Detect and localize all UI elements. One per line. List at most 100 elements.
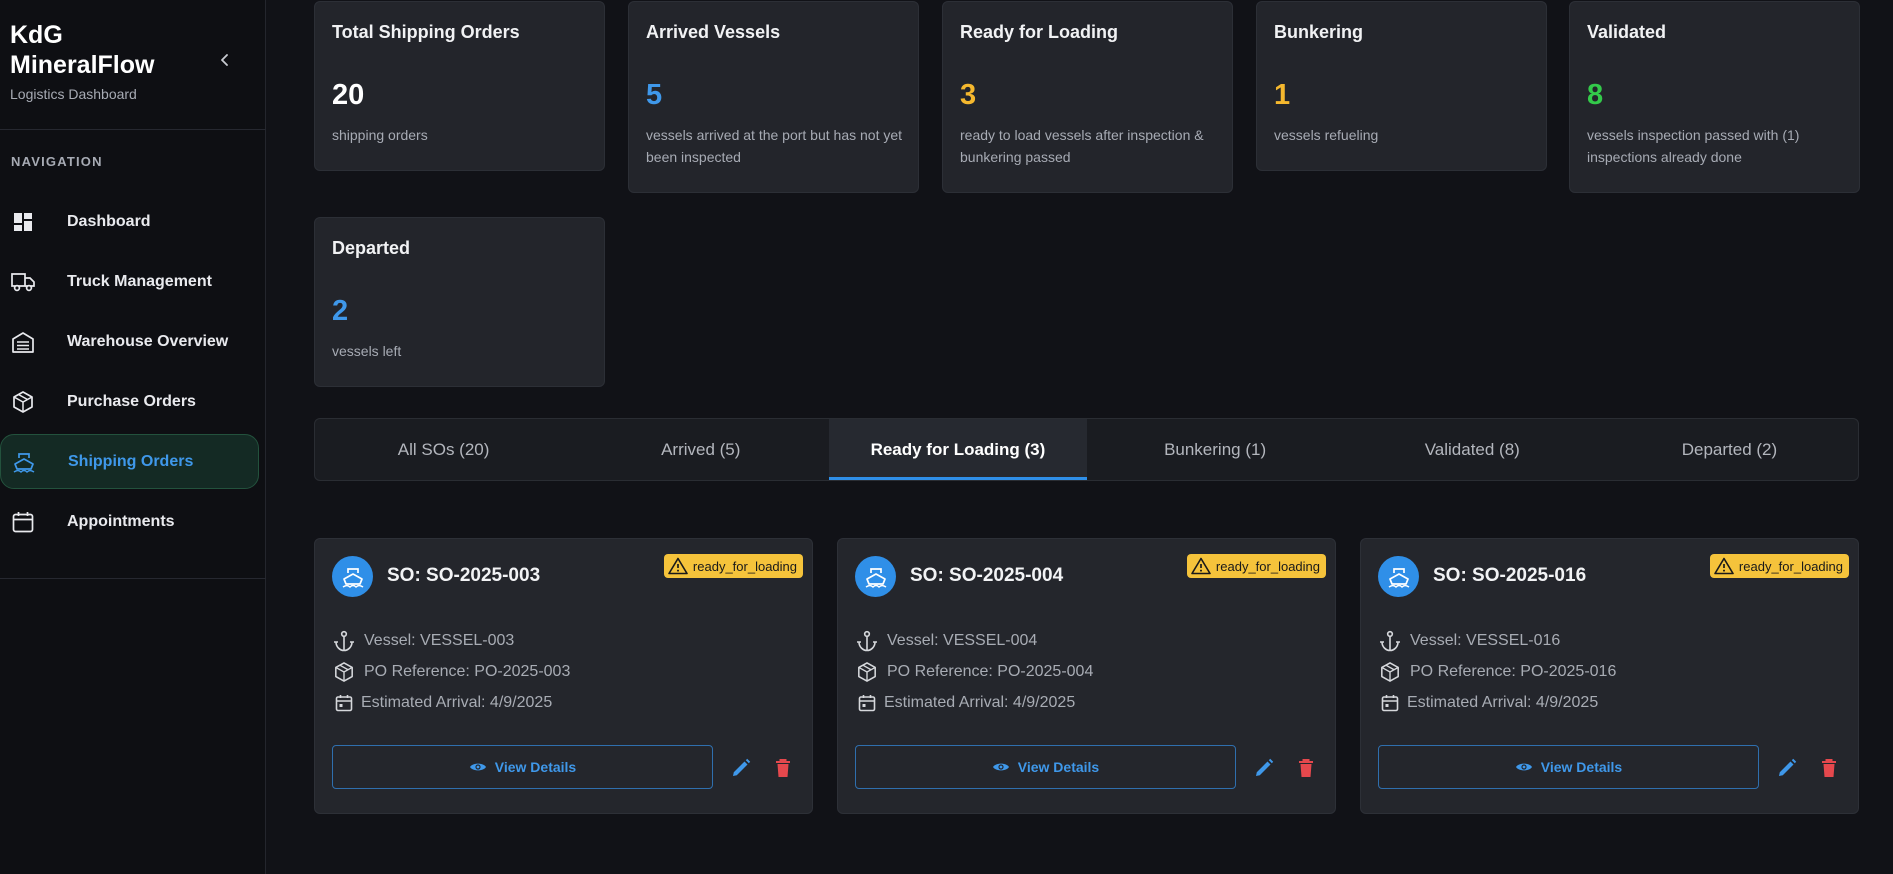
warehouse-icon	[11, 330, 35, 354]
view-details-button[interactable]: View Details	[332, 745, 713, 789]
stat-card-departed: Departed 2 vessels left	[314, 217, 605, 387]
ship-icon	[332, 556, 373, 597]
shipping-order-card: SO: SO-2025-004 ready_for_loading Vessel…	[837, 538, 1336, 814]
order-title: SO: SO-2025-003	[387, 565, 541, 586]
sidebar-item-warehouse-overview[interactable]: Warehouse Overview	[0, 314, 259, 369]
shipping-order-card: SO: SO-2025-003 ready_for_loading Vessel…	[314, 538, 813, 814]
delete-button[interactable]	[1293, 755, 1319, 781]
estimated-arrival-row: Estimated Arrival: 4/9/2025	[855, 691, 1075, 714]
stat-value: 3	[960, 79, 977, 111]
estimated-arrival-row: Estimated Arrival: 4/9/2025	[332, 691, 552, 714]
trash-icon	[1299, 759, 1313, 777]
sidebar-item-label: Appointments	[67, 512, 175, 530]
stat-description: ready to load vessels after inspection &…	[960, 127, 1204, 165]
pencil-icon	[1256, 758, 1274, 776]
stat-value: 5	[646, 79, 663, 111]
warning-icon	[1714, 557, 1734, 575]
po-reference-row: PO Reference: PO-2025-003	[332, 660, 570, 683]
delete-button[interactable]	[1816, 755, 1842, 781]
brand-title-line2: MineralFlow	[10, 51, 155, 79]
status-tabs: All SOs (20) Arrived (5) Ready for Loadi…	[314, 418, 1859, 481]
sidebar-item-shipping-orders[interactable]: Shipping Orders	[0, 434, 259, 489]
pencil-icon	[733, 758, 751, 776]
view-details-label: View Details	[1017, 759, 1100, 775]
vessel-row: Vessel: VESSEL-003	[332, 629, 514, 652]
status-badge: ready_for_loading	[1186, 554, 1326, 578]
delete-button[interactable]	[770, 755, 796, 781]
estimated-arrival: Estimated Arrival: 4/9/2025	[361, 693, 553, 711]
sidebar-item-label: Shipping Orders	[68, 452, 194, 470]
stat-description: vessels inspection passed with (1) inspe…	[1587, 127, 1800, 165]
eye-icon	[1515, 763, 1532, 771]
sidebar-item-label: Dashboard	[67, 212, 151, 230]
order-title: SO: SO-2025-016	[1433, 565, 1587, 586]
tab-all-sos[interactable]: All SOs (20)	[315, 419, 572, 480]
edit-button[interactable]	[1774, 755, 1800, 781]
status-label: ready_for_loading	[1215, 558, 1320, 574]
stat-title: Ready for Loading	[960, 22, 1119, 42]
pencil-icon	[1779, 758, 1797, 776]
po-reference: PO Reference: PO-2025-003	[364, 662, 571, 680]
sidebar-item-appointments[interactable]: Appointments	[0, 494, 259, 549]
stat-description: vessels left	[332, 343, 402, 359]
vessel-name: Vessel: VESSEL-003	[364, 631, 515, 649]
stat-card-ready-for-loading: Ready for Loading 3 ready to load vessel…	[942, 1, 1233, 193]
po-reference: PO Reference: PO-2025-016	[1410, 662, 1617, 680]
status-badge: ready_for_loading	[1709, 554, 1849, 578]
stat-description: vessels arrived at the port but has not …	[646, 127, 903, 165]
stat-value: 2	[332, 295, 349, 327]
order-title: SO: SO-2025-004	[910, 565, 1064, 586]
estimated-arrival: Estimated Arrival: 4/9/2025	[884, 693, 1076, 711]
trash-icon	[1822, 759, 1836, 777]
stat-card-validated: Validated 8 vessels inspection passed wi…	[1569, 1, 1860, 193]
view-details-label: View Details	[1540, 759, 1623, 775]
sidebar-item-dashboard[interactable]: Dashboard	[0, 194, 259, 249]
stat-card-total-shipping-orders: Total Shipping Orders 20 shipping orders	[314, 1, 605, 171]
warning-icon	[668, 557, 688, 575]
stat-title: Departed	[332, 238, 411, 258]
anchor-icon	[332, 629, 355, 652]
vessel-row: Vessel: VESSEL-016	[1378, 629, 1560, 652]
po-reference: PO Reference: PO-2025-004	[887, 662, 1094, 680]
po-reference-row: PO Reference: PO-2025-016	[1378, 660, 1616, 683]
tab-arrived[interactable]: Arrived (5)	[572, 419, 829, 480]
stat-title: Arrived Vessels	[646, 22, 781, 42]
edit-button[interactable]	[728, 755, 754, 781]
dashboard-icon	[11, 210, 35, 234]
chevron-left-icon	[221, 54, 228, 66]
tab-ready-for-loading[interactable]: Ready for Loading (3)	[829, 419, 1087, 480]
tab-departed[interactable]: Departed (2)	[1601, 419, 1858, 480]
edit-button[interactable]	[1251, 755, 1277, 781]
vessel-name: Vessel: VESSEL-016	[1410, 631, 1561, 649]
brand-title-line1: KdG	[10, 21, 63, 49]
tab-validated[interactable]: Validated (8)	[1344, 419, 1601, 480]
collapse-sidebar-button[interactable]	[215, 50, 235, 70]
brand-title: KdG MineralFlow	[10, 20, 210, 80]
trash-icon	[776, 759, 790, 777]
view-details-button[interactable]: View Details	[855, 745, 1236, 789]
status-label: ready_for_loading	[1738, 558, 1843, 574]
brand: KdG MineralFlow Logistics Dashboard	[10, 20, 210, 102]
stat-card-bunkering: Bunkering 1 vessels refueling	[1256, 1, 1547, 171]
view-details-button[interactable]: View Details	[1378, 745, 1759, 789]
sidebar-divider	[0, 129, 266, 130]
ship-icon	[1378, 556, 1419, 597]
eye-icon	[992, 763, 1009, 771]
nav-heading: NAVIGATION	[11, 154, 103, 169]
sidebar-item-purchase-orders[interactable]: Purchase Orders	[0, 374, 259, 429]
stat-value: 8	[1587, 79, 1604, 111]
ship-icon	[12, 450, 36, 474]
vessel-name: Vessel: VESSEL-004	[887, 631, 1038, 649]
sidebar-item-truck-management[interactable]: Truck Management	[0, 254, 259, 309]
stat-title: Validated	[1587, 22, 1667, 42]
eye-icon	[469, 763, 486, 771]
stat-value: 20	[332, 79, 365, 111]
package-icon	[332, 660, 355, 683]
stat-description: vessels refueling	[1274, 127, 1379, 143]
calendar-icon	[1378, 691, 1401, 714]
sidebar-divider	[0, 578, 266, 579]
tab-bunkering[interactable]: Bunkering (1)	[1087, 419, 1344, 480]
package-icon	[855, 660, 878, 683]
sidebar: KdG MineralFlow Logistics Dashboard NAVI…	[0, 0, 266, 874]
warning-icon	[1191, 557, 1211, 575]
